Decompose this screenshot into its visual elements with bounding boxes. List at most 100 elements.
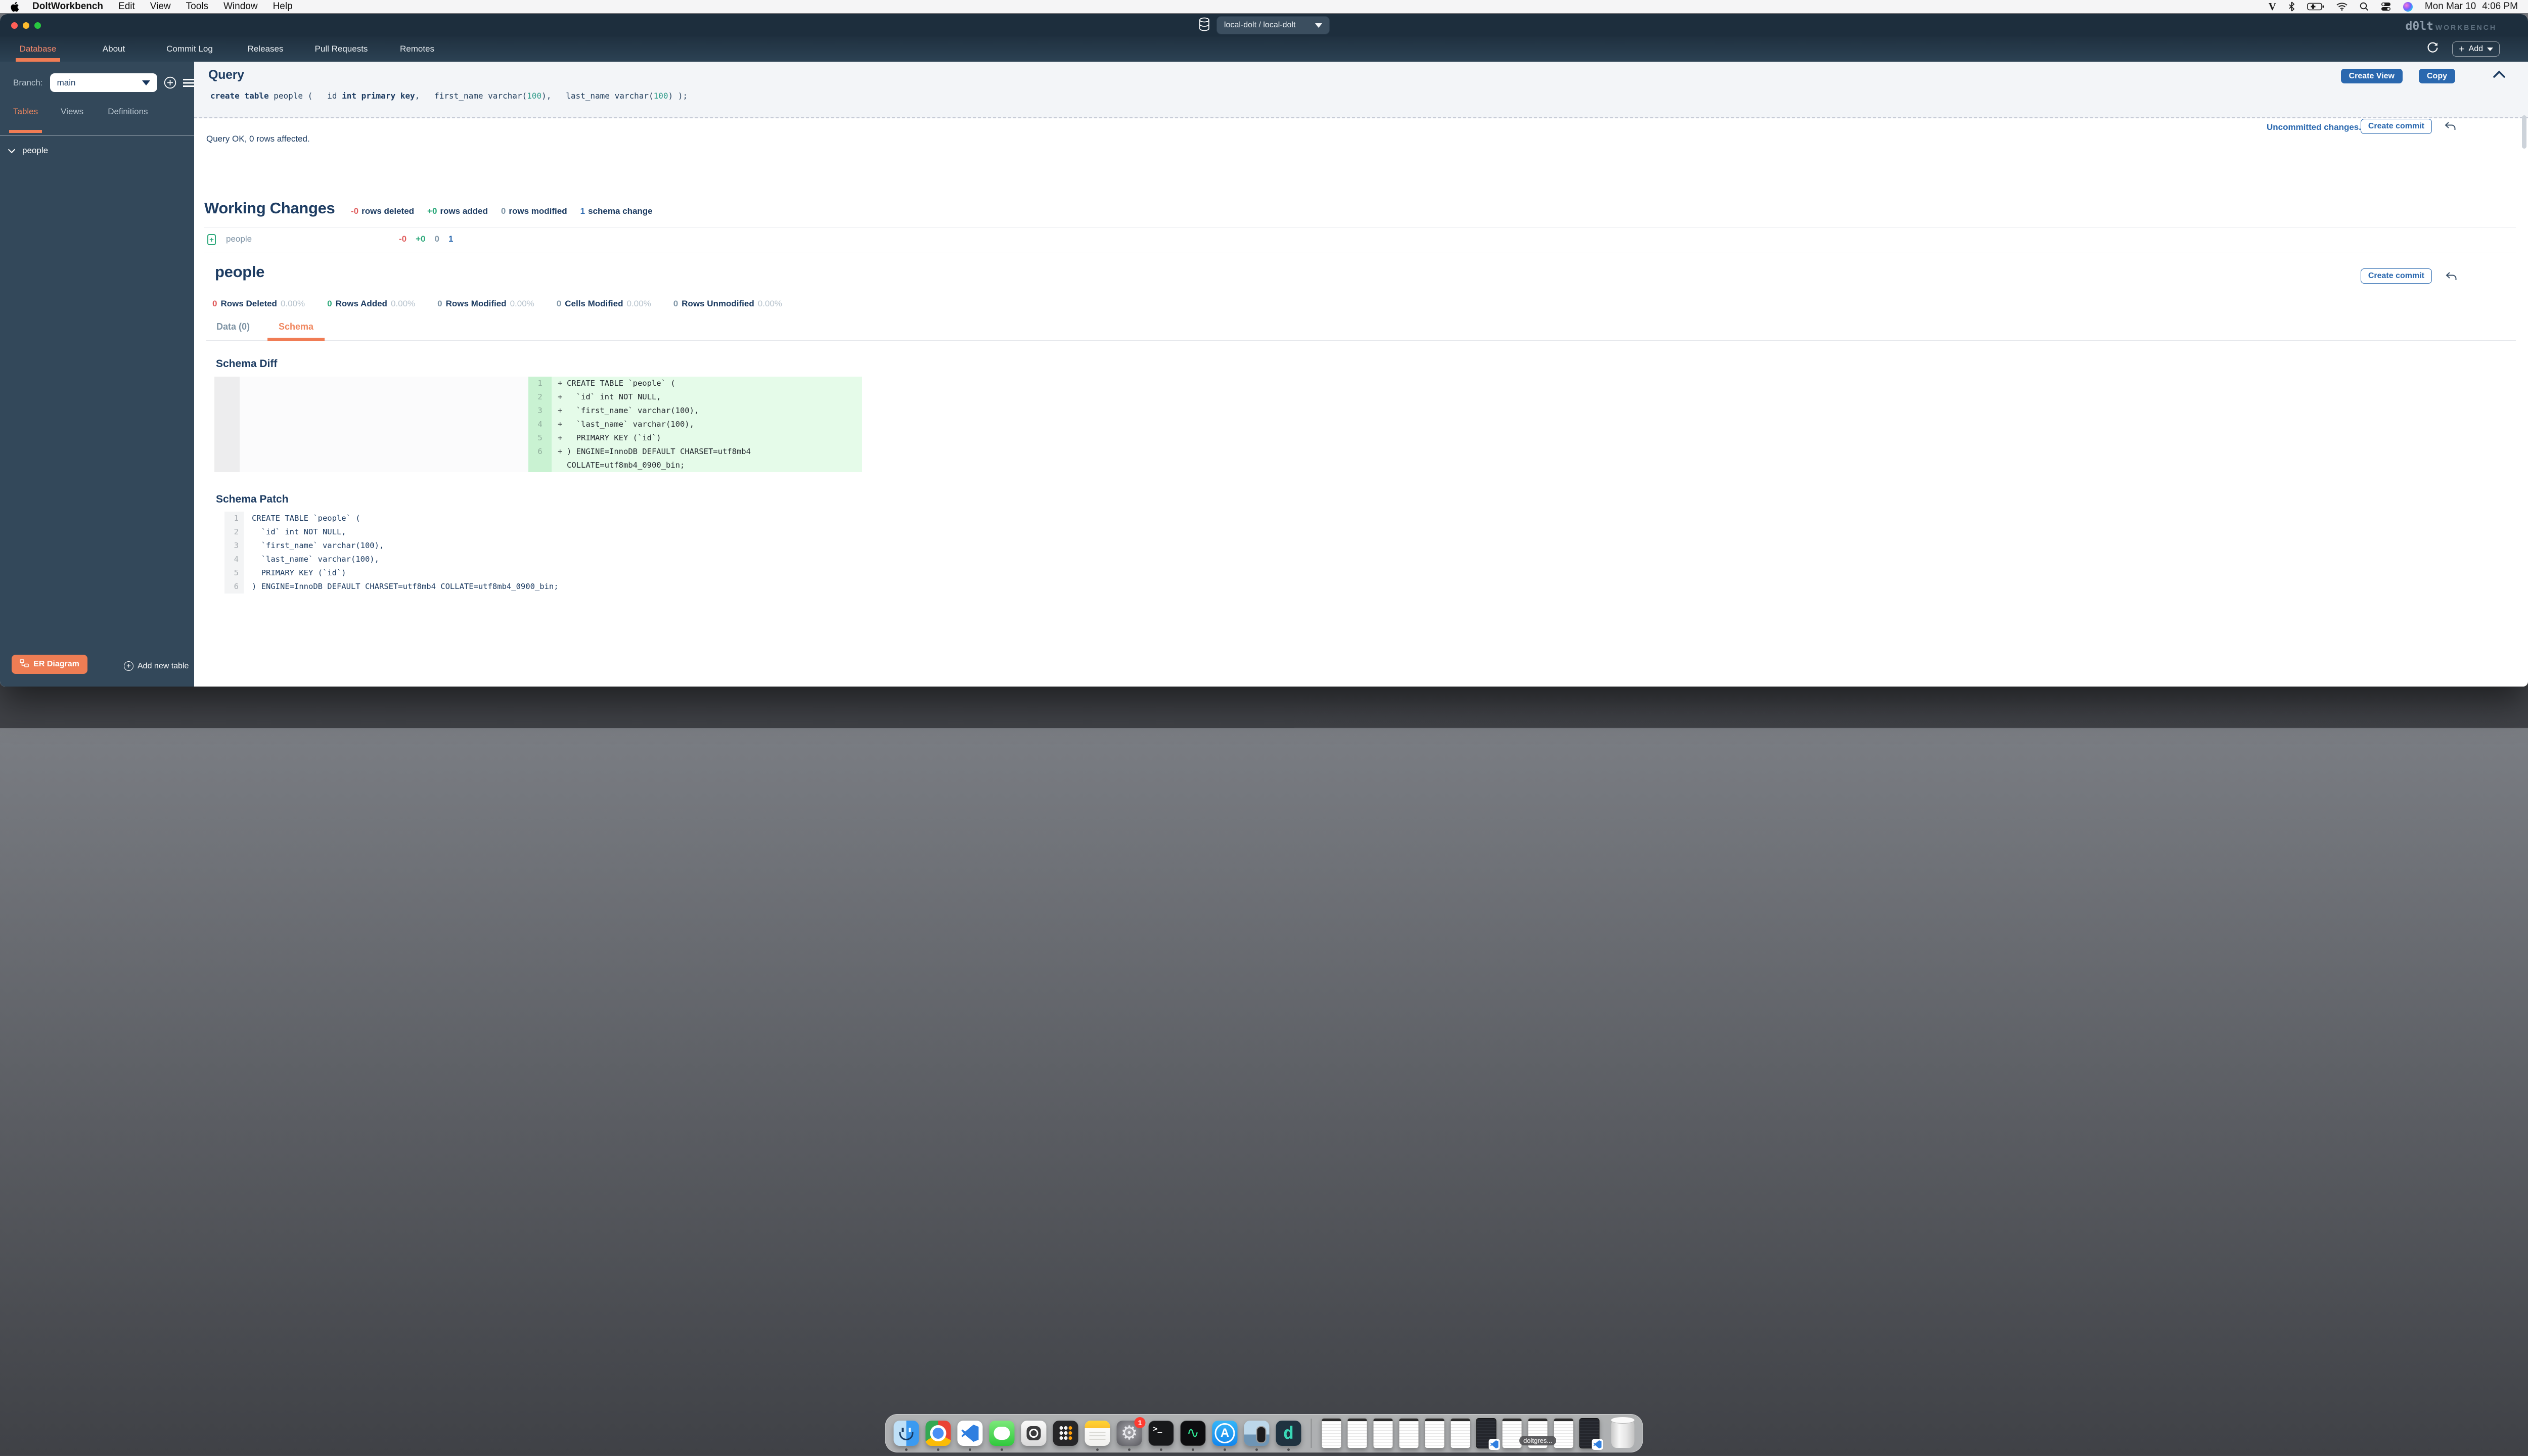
stat-label: Rows Modified	[446, 299, 507, 309]
sql-text[interactable]: create table people ( id int primary key…	[210, 91, 688, 101]
refresh-icon[interactable]	[2426, 41, 2439, 57]
wifi-icon[interactable]	[2336, 3, 2348, 11]
apple-menu-icon[interactable]	[10, 1, 21, 12]
chrome-icon	[926, 1421, 951, 1446]
query-result-text: Query OK, 0 rows affected.	[206, 134, 310, 144]
dock-app-screenshot[interactable]	[1021, 1421, 1047, 1446]
dock-window-doc[interactable]	[1399, 1418, 1419, 1448]
app-store-icon	[1212, 1421, 1238, 1446]
running-indicator	[1096, 1448, 1099, 1451]
add-button[interactable]: + Add	[2452, 41, 2500, 57]
dock-window-doc[interactable]	[1425, 1418, 1445, 1448]
diff-line: 5+ PRIMARY KEY (`id`)	[528, 431, 862, 445]
dock-app-messages[interactable]	[989, 1421, 1015, 1446]
working-changes-table-row[interactable]: + people -0+001	[194, 228, 2528, 252]
create-commit-button[interactable]: Create commit	[2361, 119, 2432, 134]
stat-percent: 0.00%	[391, 299, 415, 309]
menu-item-help[interactable]: Help	[273, 1, 293, 12]
nav-tab-commit-log[interactable]: Commit Log	[152, 36, 228, 62]
sidebar-item-people[interactable]: people	[0, 142, 194, 160]
patch-line-text: CREATE TABLE `people` (	[244, 512, 360, 525]
nav-tab-about[interactable]: About	[76, 36, 152, 62]
tab-schema[interactable]: Schema	[279, 322, 313, 341]
dock-window-doc[interactable]	[1347, 1418, 1368, 1448]
zoom-button[interactable]	[34, 22, 41, 29]
database-selector-dropdown[interactable]: local-dolt / local-dolt	[1216, 16, 1330, 34]
spotlight-search-icon[interactable]	[2360, 2, 2369, 11]
dock-window-code[interactable]	[1476, 1418, 1497, 1448]
working-changes-title: Working Changes	[204, 199, 335, 217]
sql-segment: people ( id	[269, 91, 342, 101]
menu-item-window[interactable]: Window	[223, 1, 258, 12]
dock-window-doc[interactable]	[1322, 1418, 1342, 1448]
row-count: 0	[435, 234, 439, 244]
dock-window-doc[interactable]	[1502, 1418, 1522, 1448]
sidebar-tab-tables[interactable]: Tables	[13, 107, 38, 122]
nav-tab-remotes[interactable]: Remotes	[379, 36, 455, 62]
dock-app-app-store[interactable]	[1212, 1421, 1238, 1446]
menu-bar-clock[interactable]: Mon Mar 10 4:06 PM	[2425, 1, 2518, 12]
dock-app-media[interactable]	[1244, 1421, 1270, 1446]
sql-segment: 100	[654, 91, 668, 101]
sidebar-tabs: Tables Views Definitions	[0, 107, 194, 122]
dock-window-doc[interactable]	[1451, 1418, 1471, 1448]
patch-line-text: `id` int NOT NULL,	[244, 525, 346, 539]
discard-changes-icon[interactable]	[2444, 121, 2456, 134]
dock-app-finder[interactable]	[894, 1421, 919, 1446]
changed-table-name[interactable]: people	[226, 234, 252, 244]
dock-app-notes[interactable]	[1085, 1421, 1110, 1446]
control-center-icon[interactable]	[2381, 2, 2391, 11]
sidebar-tab-views[interactable]: Views	[61, 107, 83, 122]
v-status-icon[interactable]: V	[2269, 1, 2276, 13]
menu-item-tools[interactable]: Tools	[186, 1, 208, 12]
nav-tab-releases[interactable]: Releases	[228, 36, 303, 62]
minimize-button[interactable]	[23, 22, 29, 29]
tab-data-0[interactable]: Data (0)	[216, 322, 250, 341]
nav-tab-pull-requests[interactable]: Pull Requests	[303, 36, 379, 62]
stat-value: 0	[557, 299, 561, 309]
create-view-button[interactable]: Create View	[2341, 69, 2403, 83]
main-content: Query create table people ( id int prima…	[194, 62, 2528, 687]
vertical-scrollbar[interactable]	[2522, 115, 2526, 149]
branch-menu-icon[interactable]	[183, 78, 194, 87]
finder-icon	[894, 1421, 919, 1446]
dock-app-dolt[interactable]	[1276, 1421, 1301, 1446]
patch-line-text: PRIMARY KEY (`id`)	[244, 566, 346, 580]
dock-app-activity-monitor[interactable]	[1181, 1421, 1206, 1446]
dock-app-settings[interactable]: 1	[1117, 1421, 1142, 1446]
dock-app-vscode[interactable]	[958, 1421, 983, 1446]
close-button[interactable]	[11, 22, 18, 29]
nav-tab-database[interactable]: Database	[0, 36, 76, 62]
dock-window-doc[interactable]: doltgres...	[1528, 1418, 1548, 1448]
discard-changes-icon[interactable]	[2445, 271, 2457, 285]
siri-icon[interactable]	[2403, 2, 2413, 12]
plus-circle-icon: +	[124, 661, 133, 671]
create-commit-button-table[interactable]: Create commit	[2361, 268, 2432, 284]
copy-button[interactable]: Copy	[2419, 69, 2455, 83]
vscode-icon	[958, 1421, 983, 1446]
add-new-table-button[interactable]: + Add new table	[124, 661, 189, 671]
patch-line: 2 `id` int NOT NULL,	[224, 525, 559, 539]
dock-window-doc[interactable]	[1373, 1418, 1393, 1448]
sql-segment: 100	[527, 91, 541, 101]
er-diagram-button[interactable]: ER Diagram	[12, 655, 87, 674]
row-count: 1	[448, 234, 453, 244]
active-app-name[interactable]: DoltWorkbench	[32, 1, 103, 12]
bluetooth-icon[interactable]	[2288, 2, 2295, 12]
menu-item-view[interactable]: View	[150, 1, 171, 12]
trash-icon[interactable]	[1611, 1419, 1635, 1448]
dolt-icon	[1276, 1421, 1301, 1446]
dock-app-chrome[interactable]	[926, 1421, 951, 1446]
battery-icon[interactable]	[2307, 3, 2324, 11]
dock-app-calculator[interactable]	[1053, 1421, 1078, 1446]
menu-item-edit[interactable]: Edit	[118, 1, 135, 12]
dock-window-code[interactable]	[1579, 1418, 1600, 1448]
sidebar-tab-definitions[interactable]: Definitions	[108, 107, 148, 122]
dock-app-terminal[interactable]	[1149, 1421, 1174, 1446]
branch-selector-dropdown[interactable]: main	[50, 73, 157, 92]
diff-sign: +	[552, 431, 567, 445]
collapse-query-chevron-up-icon[interactable]	[2493, 70, 2506, 81]
new-branch-button[interactable]	[164, 76, 176, 89]
dock-window-doc[interactable]	[1554, 1418, 1574, 1448]
diff-line-text: `id` int NOT NULL,	[567, 390, 661, 404]
